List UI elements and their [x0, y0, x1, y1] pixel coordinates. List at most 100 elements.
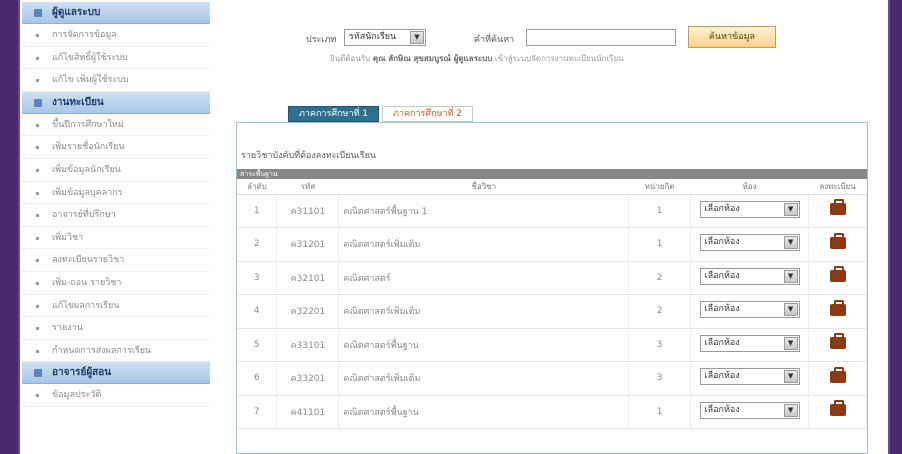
- col-header-no: ลำดับ: [237, 180, 277, 195]
- search-keyword-label: คำที่ค้นหา: [474, 35, 515, 45]
- sidebar-item-add-drop[interactable]: เพิ่ม-ถอน รายวิชา: [22, 272, 210, 295]
- main-content: ประเภท รหัสนักเรียน ▼ คำที่ค้นหา ค้นหาข้…: [216, 0, 888, 454]
- table-header-row: ลำดับ รหัส ชื่อวิชา หน่วยกิต ห้อง ลงทะเบ…: [237, 180, 867, 195]
- chevron-down-icon: ▼: [783, 336, 798, 350]
- cell-register: [808, 261, 867, 295]
- welcome-message: ยินดีต้อนรับ คุณ ลักษิณ สุขสมบูรณ์ ผู้ดู…: [330, 52, 624, 65]
- section-bar: สาระพื้นฐาน: [237, 169, 867, 179]
- search-type-label: ประเภท: [306, 35, 337, 45]
- cell-register: [808, 395, 867, 429]
- sidebar-header-teacher: อาจารย์ผู้สอน: [22, 362, 210, 385]
- search-type-value: รหัสนักเรียน: [349, 32, 397, 42]
- cell-code: ค31101: [276, 194, 340, 228]
- cell-no: 3: [237, 261, 278, 295]
- briefcase-icon[interactable]: [829, 400, 846, 417]
- cell-register: [808, 361, 867, 396]
- chevron-down-icon: ▼: [783, 370, 798, 384]
- room-select[interactable]: เลือกห้อง ▼: [699, 334, 800, 352]
- room-select[interactable]: เลือกห้อง ▼: [699, 234, 800, 252]
- sidebar-item-add-subject[interactable]: เพิ่มวิชา: [22, 227, 210, 250]
- room-select[interactable]: เลือกห้อง ▼: [699, 401, 800, 419]
- tab-semester-2[interactable]: ภาคการศึกษาที่ 2: [382, 106, 474, 122]
- cell-code: ค31201: [276, 227, 340, 262]
- cell-register: [808, 328, 867, 362]
- cell-credit: 3: [628, 361, 692, 396]
- briefcase-icon[interactable]: [829, 299, 846, 316]
- cell-code: ค41101: [276, 395, 340, 429]
- sidebar-item-add-student-info[interactable]: เพิ่มข้อมูลนักเรียน: [22, 159, 210, 182]
- sidebar-item-advisor[interactable]: อาจารย์ที่ปรึกษา: [22, 204, 210, 227]
- cell-no: 6: [237, 361, 278, 396]
- table-row: 1 ค31101 คณิตศาสตร์พื้นฐาน 1 1 เลือกห้อง ▼: [237, 194, 867, 228]
- room-select[interactable]: เลือกห้อง ▼: [699, 200, 800, 218]
- chevron-down-icon: ▼: [783, 403, 798, 417]
- briefcase-icon[interactable]: [829, 199, 846, 216]
- room-select-value: เลือกห้อง: [704, 237, 740, 248]
- cell-register: [808, 194, 867, 228]
- subjects-table: ลำดับ รหัส ชื่อวิชา หน่วยกิต ห้อง ลงทะเบ…: [237, 180, 867, 429]
- sidebar-item-add-student-list[interactable]: เพิ่มรายชื่อนักเรียน: [22, 136, 210, 159]
- cell-name: คณิตศาสตร์พื้นฐาน: [338, 395, 630, 429]
- briefcase-icon[interactable]: [829, 232, 846, 249]
- table-row: 7 ค41101 คณิตศาสตร์พื้นฐาน 1 เลือกห้อง ▼: [237, 395, 867, 429]
- search-type-select[interactable]: รหัสนักเรียน ▼: [344, 29, 426, 46]
- sidebar-item-grade-schedule[interactable]: กำหนดการส่งผลการเรียน: [22, 340, 210, 363]
- cell-name: คณิตศาสตร์พื้นฐาน 1: [338, 194, 630, 228]
- panel-title: รายวิชาบังคับที่ต้องลงทะเบียนเรียน: [241, 151, 377, 161]
- room-select[interactable]: เลือกห้อง ▼: [699, 368, 800, 386]
- table-row: 5 ค33101 คณิตศาสตร์พื้นฐาน 3 เลือกห้อง ▼: [237, 328, 867, 362]
- sidebar-item-add-staff[interactable]: เพิ่มข้อมูลบุคลากร: [22, 182, 210, 205]
- cell-credit: 3: [628, 328, 692, 362]
- cell-room: เลือกห้อง ▼: [690, 328, 810, 362]
- sidebar-item-edit-grades[interactable]: แก้ไขผลการเรียน: [22, 295, 210, 318]
- briefcase-icon[interactable]: [829, 366, 846, 383]
- search-button[interactable]: ค้นหาข้อมูล: [688, 26, 776, 48]
- briefcase-icon[interactable]: [829, 333, 846, 350]
- sidebar-header-admin: ผู้ดูแลระบบ: [22, 2, 210, 24]
- cell-credit: 2: [628, 294, 692, 329]
- col-header-code: รหัส: [276, 180, 339, 195]
- tab-semester-1[interactable]: ภาคการศึกษาที่ 1: [288, 106, 380, 122]
- semester-tabs: ภาคการศึกษาที่ 1 ภาคการศึกษาที่ 2: [288, 106, 476, 122]
- sidebar-item-edit-permissions[interactable]: แก้ไขสิทธิ์ผู้ใช้ระบบ: [22, 47, 210, 70]
- cell-code: ค33101: [276, 328, 340, 362]
- room-select[interactable]: เลือกห้อง ▼: [699, 267, 800, 285]
- cell-name: คณิตศาสตร์: [338, 261, 630, 295]
- sidebar-item-report[interactable]: รายงาน: [22, 317, 210, 340]
- table-row: 3 ค32101 คณิตศาสตร์ 2 เลือกห้อง ▼: [237, 261, 867, 295]
- search-bar: ประเภท รหัสนักเรียน ▼ คำที่ค้นหา ค้นหาข้…: [306, 26, 806, 48]
- room-select-value: เลือกห้อง: [704, 203, 740, 214]
- cell-credit: 1: [628, 227, 692, 262]
- search-input[interactable]: [526, 29, 676, 46]
- cell-room: เลือกห้อง ▼: [690, 361, 810, 396]
- room-select-value: เลือกห้อง: [704, 304, 740, 315]
- cell-name: คณิตศาสตร์พื้นฐาน: [338, 328, 630, 362]
- cell-register: [808, 294, 867, 329]
- app-frame: ผู้ดูแลระบบ การจัดการข้อมูล แก้ไขสิทธิ์ผ…: [18, 0, 890, 454]
- briefcase-icon[interactable]: [829, 266, 846, 283]
- room-select-value: เลือกห้อง: [704, 404, 740, 415]
- cell-code: ค32201: [276, 294, 340, 329]
- cell-room: เลือกห้อง ▼: [690, 395, 810, 429]
- cell-credit: 2: [628, 261, 692, 295]
- sidebar-item-profile[interactable]: ข้อมูลประวัติ: [22, 384, 210, 407]
- room-select-value: เลือกห้อง: [704, 371, 740, 382]
- sidebar-item-new-year[interactable]: ขึ้นปีการศึกษาใหม่: [22, 114, 210, 137]
- subjects-panel: รายวิชาบังคับที่ต้องลงทะเบียนเรียน สาระพ…: [236, 122, 868, 454]
- sidebar-item-enroll-subject[interactable]: ลงทะเบียนรายวิชา: [22, 249, 210, 272]
- chevron-down-icon: ▼: [783, 269, 798, 283]
- welcome-suffix: เข้าสู่ระบบจัดการงานทะเบียนนักเรียน: [494, 54, 624, 63]
- chevron-down-icon: ▼: [783, 236, 798, 250]
- cell-room: เลือกห้อง ▼: [690, 194, 810, 228]
- table-row: 4 ค32201 คณิตศาสตร์เพิ่มเติม 2 เลือกห้อง ▼: [237, 294, 867, 329]
- cell-register: [808, 227, 867, 262]
- chevron-down-icon: ▼: [410, 31, 424, 44]
- welcome-user-name: คุณ ลักษิณ สุขสมบูรณ์ ผู้ดูแลระบบ: [372, 54, 493, 63]
- room-select[interactable]: เลือกห้อง ▼: [699, 301, 800, 319]
- cell-credit: 1: [628, 395, 692, 429]
- col-header-name: ชื่อวิชา: [338, 180, 629, 195]
- sidebar-item-data-management[interactable]: การจัดการข้อมูล: [22, 24, 210, 47]
- sidebar-item-edit-users[interactable]: แก้ไข เพิ่มผู้ใช้ระบบ: [22, 69, 210, 92]
- sidebar: ผู้ดูแลระบบ การจัดการข้อมูล แก้ไขสิทธิ์ผ…: [22, 2, 210, 454]
- cell-name: คณิตศาสตร์เพิ่มเติม: [338, 227, 630, 262]
